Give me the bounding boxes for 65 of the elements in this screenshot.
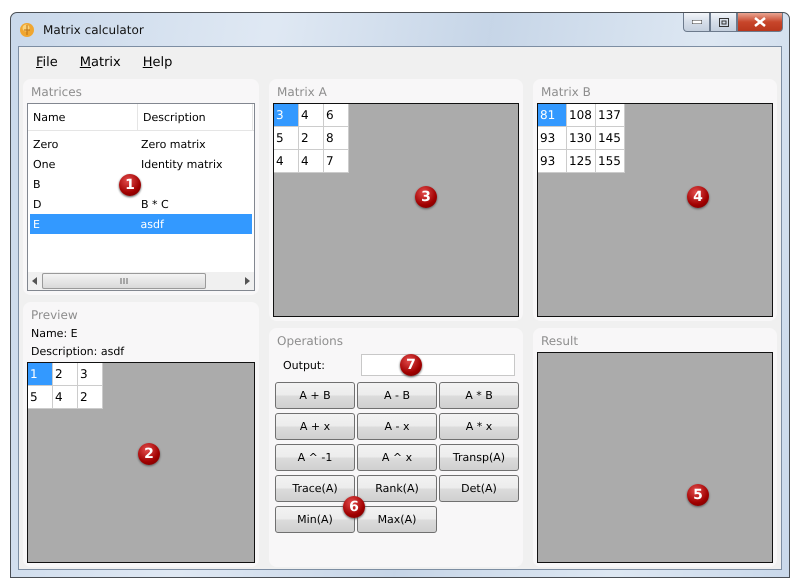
matrix-cell[interactable]: 137 xyxy=(596,104,625,127)
matrix-cell[interactable]: 8 xyxy=(324,127,349,150)
list-row[interactable]: D B * C xyxy=(30,194,169,214)
operation-button[interactable]: A * x xyxy=(439,413,519,440)
list-row[interactable]: Zero Zero matrix xyxy=(30,134,206,154)
minimize-button[interactable] xyxy=(683,13,710,32)
matrix-cell[interactable]: 130 xyxy=(567,127,596,150)
window-title: Matrix calculator xyxy=(43,22,144,36)
matrix-cell[interactable]: 155 xyxy=(596,150,625,173)
panel-title: Matrices xyxy=(30,84,83,101)
minimize-icon xyxy=(692,20,702,24)
scroll-left-icon[interactable] xyxy=(31,277,39,285)
list-row[interactable]: B xyxy=(30,174,41,194)
operation-button[interactable]: A + x xyxy=(275,413,355,440)
panel-title: Result xyxy=(540,333,580,350)
close-button[interactable] xyxy=(737,13,783,32)
close-icon xyxy=(754,17,766,27)
matrix-cell[interactable]: 4 xyxy=(299,150,324,173)
matrix-cell[interactable]: 2 xyxy=(299,127,324,150)
operation-button[interactable]: A ^ -1 xyxy=(275,444,355,471)
column-header[interactable]: Name xyxy=(28,104,138,130)
operation-button[interactable]: Trace(A) xyxy=(275,475,355,502)
operation-button[interactable]: A - B xyxy=(357,382,437,409)
column-header[interactable]: Description xyxy=(138,104,253,130)
operation-button[interactable]: A - x xyxy=(357,413,437,440)
matrix-cell[interactable]: 93 xyxy=(538,127,567,150)
matrix-cell[interactable]: 108 xyxy=(567,104,596,127)
operation-button[interactable]: Det(A) xyxy=(439,475,519,502)
operation-button[interactable]: Rank(A) xyxy=(357,475,437,502)
output-field[interactable] xyxy=(361,354,515,376)
panel-title: Matrix A xyxy=(276,84,328,101)
matrix-cell[interactable]: 4 xyxy=(274,150,299,173)
matrix-cell[interactable]: 5 xyxy=(28,386,53,409)
matrix-cell[interactable]: 7 xyxy=(324,150,349,173)
matrix-cell[interactable]: 4 xyxy=(299,104,324,127)
matrix-cell[interactable]: 6 xyxy=(324,104,349,127)
horizontal-scrollbar[interactable] xyxy=(28,272,254,290)
operation-button[interactable]: A ^ x xyxy=(357,444,437,471)
description-label: Description: asdf xyxy=(30,344,126,360)
matrix-cell[interactable]: 145 xyxy=(596,127,625,150)
restore-icon xyxy=(718,18,728,26)
scroll-right-icon[interactable] xyxy=(243,277,251,285)
list-row[interactable]: One Identity matrix xyxy=(30,154,223,174)
menu-item[interactable]: Help xyxy=(134,52,182,72)
panel-title: Matrix B xyxy=(540,84,592,101)
operation-button[interactable]: A * B xyxy=(439,382,519,409)
name-label: Name: E xyxy=(30,326,79,342)
panel-title: Operations xyxy=(276,333,344,350)
operation-button[interactable]: Transp(A) xyxy=(439,444,519,471)
matrix-cell[interactable]: 2 xyxy=(78,386,103,409)
matrix-cell[interactable]: 2 xyxy=(53,363,78,386)
scroll-thumb[interactable] xyxy=(42,273,206,289)
operation-button[interactable]: Max(A) xyxy=(357,506,437,533)
panel-title: Preview xyxy=(30,307,79,324)
output-label: Output: xyxy=(283,358,326,372)
matrix-cell[interactable]: 125 xyxy=(567,150,596,173)
matrix-cell[interactable]: 4 xyxy=(53,386,78,409)
matrix-cell[interactable]: 93 xyxy=(538,150,567,173)
menu-item[interactable]: File xyxy=(27,52,67,72)
maximize-button[interactable] xyxy=(710,13,737,32)
operation-button[interactable]: A + B xyxy=(275,382,355,409)
matrix-cell[interactable]: 5 xyxy=(274,127,299,150)
matrix-cell[interactable]: 3 xyxy=(78,363,103,386)
app-icon xyxy=(19,22,35,38)
menu-item[interactable]: Matrix xyxy=(70,52,130,72)
